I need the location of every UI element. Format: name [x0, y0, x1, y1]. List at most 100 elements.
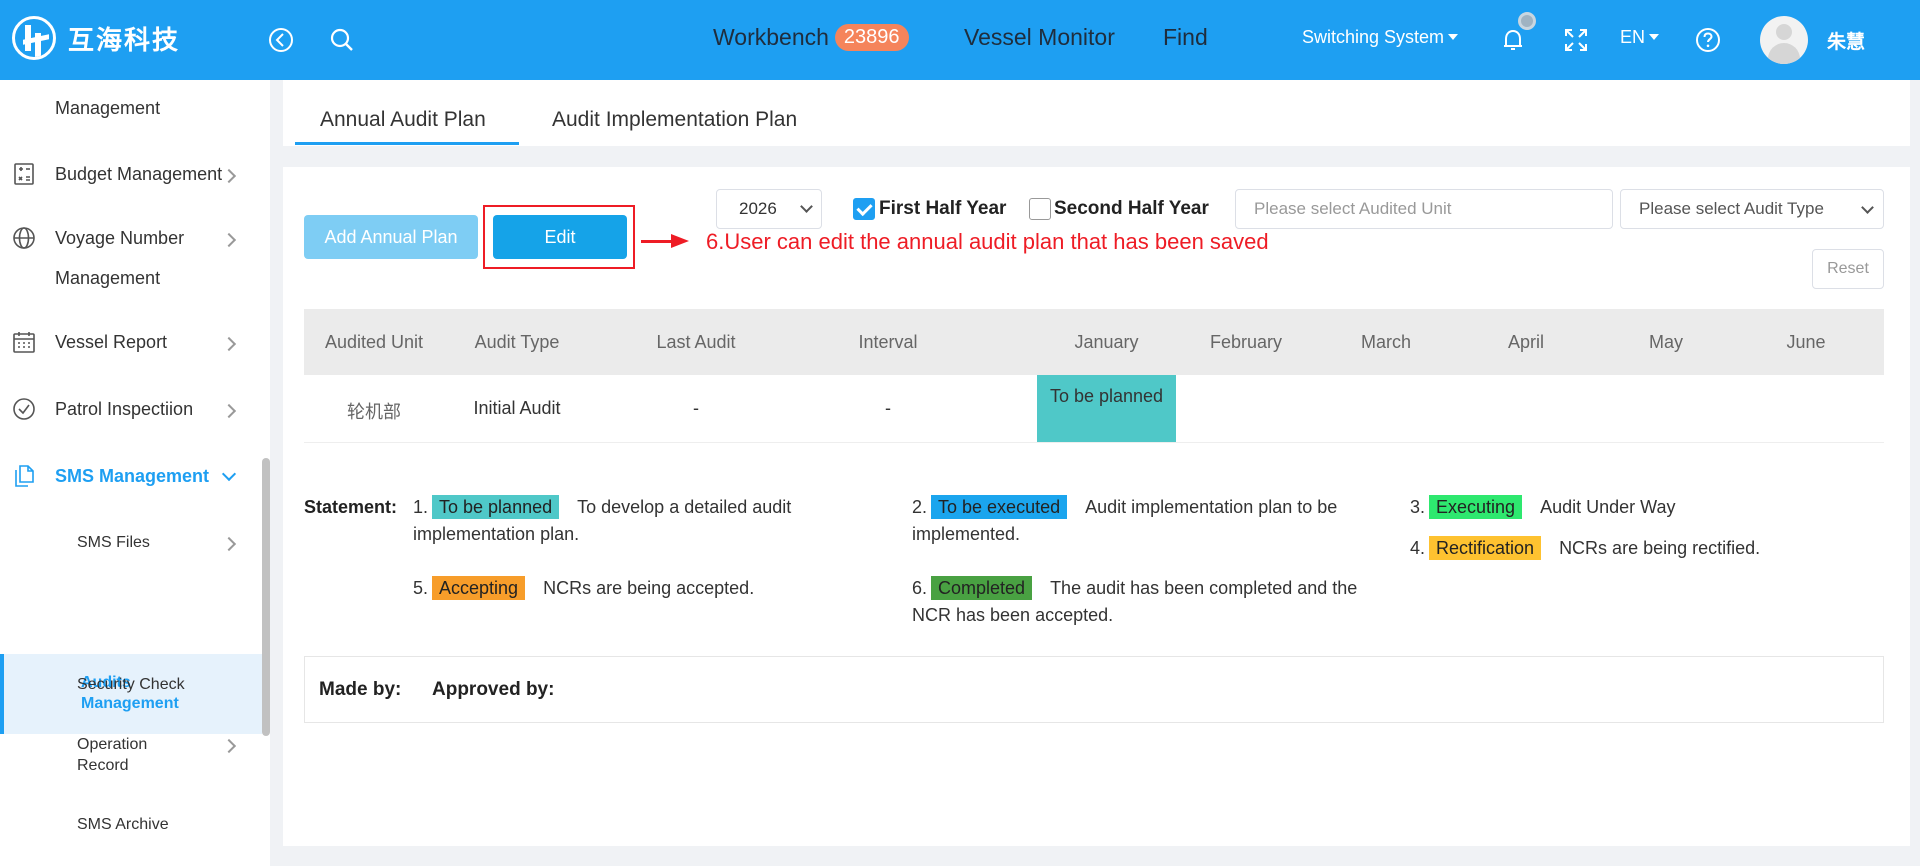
add-annual-plan-button[interactable]: Add Annual Plan [304, 215, 478, 259]
tab-annual-audit-plan[interactable]: Annual Audit Plan [320, 108, 486, 132]
sidebar-item-label: Security Check [77, 676, 185, 693]
avatar[interactable] [1760, 16, 1808, 64]
help-icon[interactable] [1692, 24, 1724, 56]
interval-cell: - [885, 398, 891, 418]
nav-find[interactable]: Find [1163, 24, 1208, 51]
language-dropdown[interactable]: EN [1620, 27, 1660, 48]
chevron-right-icon [221, 168, 237, 184]
back-icon[interactable] [265, 24, 297, 56]
calendar-icon [13, 332, 35, 353]
audit-type-select[interactable]: Please select Audit Type [1620, 189, 1884, 229]
status-tag-accepting: Accepting [432, 576, 526, 600]
nav-workbench-label: Workbench [713, 24, 829, 50]
statement-number: 4. [1410, 538, 1426, 558]
search-icon[interactable] [326, 24, 358, 56]
sidebar-item-patrol-inspection[interactable]: Patrol Inspectiion [0, 397, 262, 427]
status-tag-to-be-executed: To be executed [931, 495, 1068, 519]
sidebar-item-security-check[interactable]: Security Check [0, 676, 262, 706]
sidebar: Management Budget Management Voyage Numb… [0, 80, 270, 866]
annotation-arrow [641, 240, 675, 243]
globe-icon [13, 227, 35, 249]
tab-audit-implementation-plan[interactable]: Audit Implementation Plan [552, 108, 797, 132]
sidebar-item-operation-record[interactable]: Operation Record [0, 736, 262, 786]
switching-system-label: Switching System [1302, 27, 1445, 47]
chevron-right-icon [221, 336, 237, 352]
sidebar-item-label: Management [55, 98, 161, 118]
statement-number: 3. [1410, 497, 1426, 517]
annual-plan-panel: 2026 First Half Year Second Half Year Pl… [283, 167, 1910, 846]
row-divider [304, 442, 1884, 443]
last-audit-cell: - [693, 398, 699, 418]
edit-button[interactable]: Edit [493, 215, 627, 259]
column-header: Last Audit [656, 332, 736, 352]
sidebar-item-sms-management[interactable]: SMS Management [0, 464, 262, 494]
sidebar-item-vessel-report[interactable]: Vessel Report [0, 330, 262, 360]
year-value: 2026 [739, 199, 777, 218]
column-header: April [1507, 332, 1544, 352]
nav-vessel-monitor[interactable]: Vessel Monitor [964, 24, 1115, 51]
sidebar-item-label: Vessel Report [55, 332, 168, 352]
statement-item: 4. Rectification NCRs are being rectified. [1410, 535, 1830, 562]
sidebar-item-sms-archive[interactable]: SMS Archive [0, 816, 262, 846]
second-half-year-checkbox[interactable] [1029, 198, 1051, 220]
sidebar-item-label: Operation [77, 736, 148, 753]
caret-down-icon [1448, 34, 1459, 40]
sidebar-item-budget-management[interactable]: Budget Management [0, 162, 262, 192]
sidebar-scrollbar[interactable] [262, 458, 270, 736]
column-header: May [1648, 332, 1683, 352]
audited-unit-select[interactable]: Please select Audited Unit [1235, 189, 1613, 229]
top-bar: 互海科技 Workbench 23896 Vessel Monitor Find … [0, 0, 1920, 80]
sidebar-item-sms-files[interactable]: SMS Files [0, 532, 262, 562]
first-half-year-label: First Half Year [879, 198, 1007, 219]
chevron-down-icon [221, 466, 237, 482]
table-header: Audited Unit Audit Type Last Audit Inter… [304, 309, 1884, 375]
second-half-year-label: Second Half Year [1054, 198, 1209, 219]
nav-workbench[interactable]: Workbench 23896 [713, 24, 909, 51]
chevron-right-icon [221, 738, 237, 754]
tab-bar: Annual Audit Plan Audit Implementation P… [283, 80, 1910, 146]
sidebar-item-label: SMS Management [55, 466, 210, 486]
logo-text: 互海科技 [68, 24, 181, 55]
status-tag-completed: Completed [931, 576, 1033, 600]
sidebar-item-label: Budget Management [55, 164, 223, 184]
logo-icon [12, 16, 56, 60]
year-select[interactable]: 2026 [716, 189, 822, 229]
reset-button[interactable]: Reset [1812, 249, 1884, 289]
signature-box: Made by: Approved by: [304, 656, 1884, 723]
statement-text: Audit Under Way [1540, 497, 1676, 517]
chevron-down-icon [1861, 201, 1874, 214]
statement-item: 2. To be executed Audit implementation pla… [912, 494, 1392, 548]
sidebar-item-label: SMS Files [77, 534, 150, 551]
status-tag-rectification: Rectification [1429, 536, 1542, 560]
check-circle-icon [13, 398, 35, 420]
statement-text: NCRs are being accepted. [543, 578, 755, 598]
annotation-text: 6.User can edit the annual audit plan th… [706, 229, 1269, 254]
made-by-label: Made by: [319, 679, 402, 700]
sidebar-item-voyage-number-management[interactable]: Voyage Number Management [0, 226, 262, 296]
fullscreen-icon[interactable] [1560, 24, 1592, 56]
sidebar-item-label: Record [77, 757, 129, 774]
statement-item: 5. Accepting NCRs are being accepted. [413, 575, 833, 602]
sidebar-item-label: Management [55, 268, 161, 288]
sidebar-item-label: Voyage Number [55, 228, 185, 248]
user-name[interactable]: 朱慧 [1827, 27, 1865, 54]
column-header: June [1786, 332, 1826, 352]
statement-label: Statement: [304, 497, 398, 517]
column-header: Audit Type [474, 332, 560, 352]
notification-dot-icon [1518, 12, 1536, 30]
column-header: Interval [858, 332, 918, 352]
column-header: February [1209, 332, 1283, 352]
sidebar-item-label: SMS Archive [77, 816, 169, 833]
status-tag-to-be-planned: To be planned [432, 495, 560, 519]
chevron-right-icon [221, 536, 237, 552]
statement-item: 6. Completed The audit has been completed … [912, 575, 1392, 629]
caret-down-icon [1649, 34, 1660, 40]
approved-by-label: Approved by: [432, 679, 555, 700]
active-tab-indicator [295, 142, 519, 145]
january-status-cell[interactable]: To be planned [1037, 375, 1176, 443]
switching-system-dropdown[interactable]: Switching System [1302, 27, 1459, 48]
first-half-year-checkbox[interactable] [853, 198, 875, 220]
budget-icon [14, 163, 34, 185]
sidebar-item-label: Patrol Inspectiion [55, 399, 194, 419]
logo[interactable]: 互海科技 [12, 16, 180, 60]
